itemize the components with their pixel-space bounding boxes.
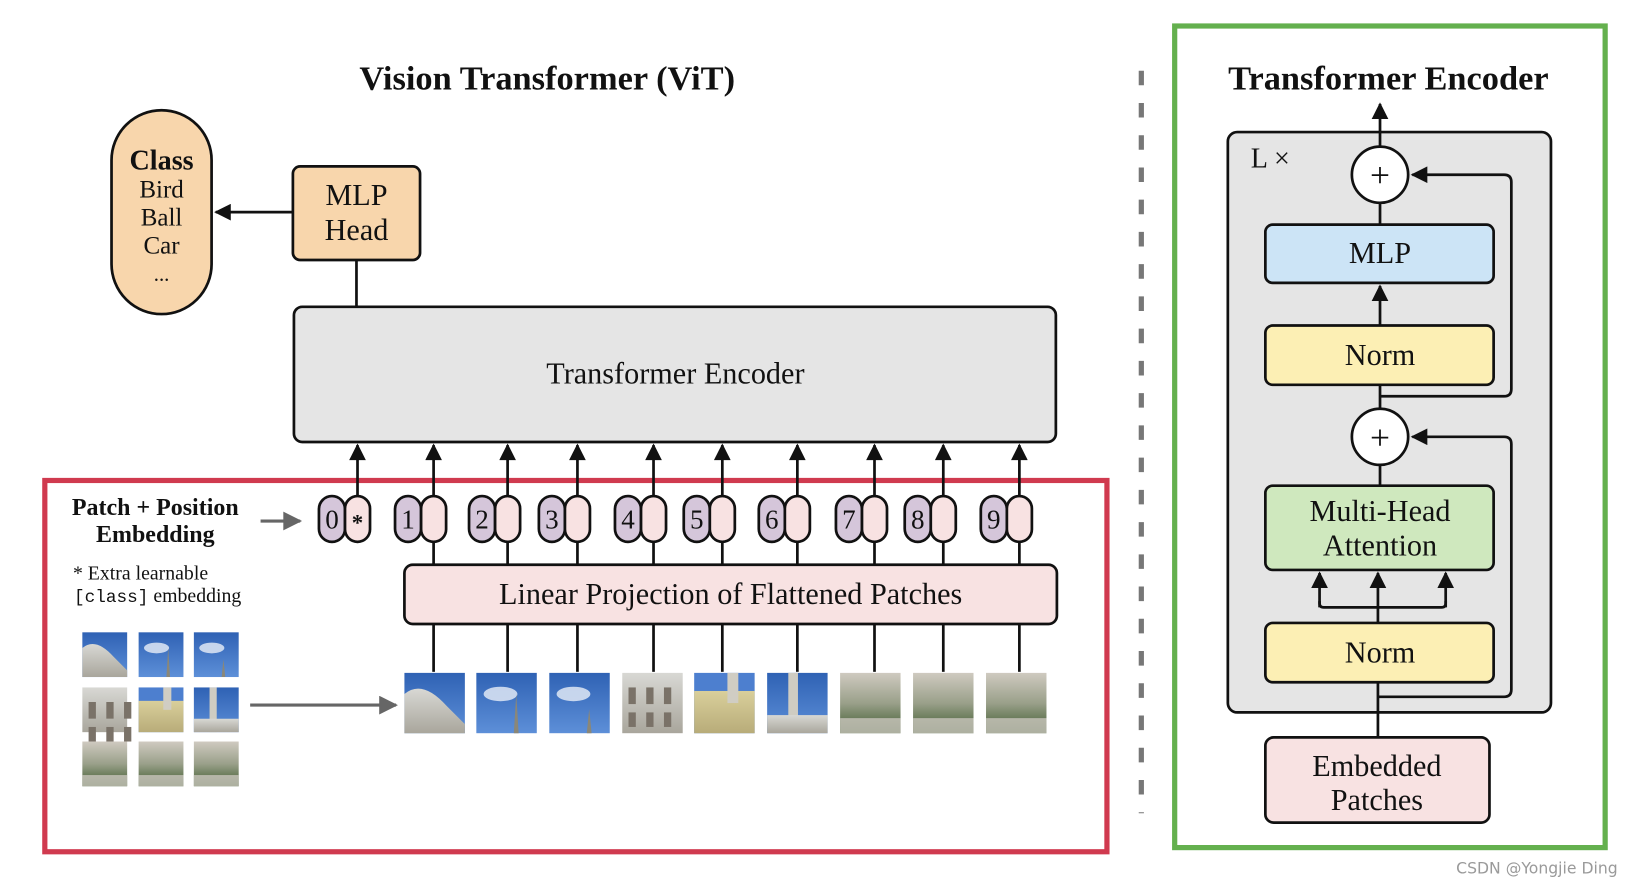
add-icon: +: [1370, 155, 1390, 195]
position-index: 3: [545, 504, 559, 534]
embedded-patches-block: Embedded Patches: [1264, 736, 1491, 824]
mha-line2: Attention: [1323, 528, 1437, 562]
image-patch: [193, 741, 239, 787]
position-index: 7: [842, 504, 856, 534]
position-index: 8: [911, 504, 925, 534]
token-pair: 9: [979, 443, 1034, 565]
encoder-detail-title: Transformer Encoder: [1228, 59, 1549, 97]
add-icon: +: [1370, 417, 1390, 457]
patch-embedding: [708, 494, 737, 544]
image-patch: [193, 632, 239, 678]
transformer-encoder-block: Transformer Encoder: [292, 305, 1058, 444]
image-patch: [82, 687, 132, 742]
patch-position-label-line1: Patch + Position: [72, 495, 239, 521]
class-output: Class Bird Ball Car ...: [110, 108, 213, 316]
image-patch: [138, 687, 184, 733]
norm-block-bottom: Norm: [1264, 621, 1495, 684]
linear-projection-block: Linear Projection of Flattened Patches: [403, 563, 1059, 626]
patch-embedding: [419, 494, 448, 544]
patch-embedding: [860, 494, 889, 544]
image-patch: [549, 672, 610, 734]
token-pair: 0 *: [317, 443, 372, 544]
token-pair: 8: [903, 443, 958, 565]
class-item: ...: [154, 262, 170, 286]
image-patch: [986, 672, 1047, 734]
token-pair: 1: [393, 443, 448, 565]
norm-top-label: Norm: [1345, 338, 1416, 372]
patch-embedding: [783, 494, 812, 544]
source-image-grid: [82, 632, 239, 787]
mlp-label: MLP: [1349, 236, 1411, 270]
image-patch: [476, 672, 537, 734]
patch-embedding: [1005, 494, 1034, 544]
residual-add-top: +: [1350, 145, 1410, 205]
linear-projection-label: Linear Projection of Flattened Patches: [499, 577, 962, 611]
image-patch: [82, 741, 128, 787]
extra-note-line2: [class] embedding: [74, 585, 241, 608]
vit-title: Vision Transformer (ViT): [359, 59, 735, 97]
patch-embedding: [929, 494, 958, 544]
token-pair: 6: [757, 443, 812, 565]
image-patch: [767, 672, 828, 734]
class-item: Car: [144, 233, 181, 260]
token-pair: 2: [467, 443, 522, 565]
image-patch: [694, 672, 755, 734]
image-patch: [138, 741, 184, 787]
image-patch: [138, 632, 184, 678]
class-item: Bird: [139, 177, 184, 204]
token-pair: 7: [834, 443, 889, 565]
image-patch: [404, 672, 465, 734]
image-patch: [840, 672, 901, 734]
repeat-label: L ×: [1251, 143, 1290, 174]
mlp-block: MLP: [1264, 223, 1495, 285]
position-index: 4: [621, 504, 635, 534]
patch-embedding: [639, 494, 668, 544]
token-pair: 5: [682, 443, 737, 565]
embedded-line1: Embedded: [1312, 749, 1441, 783]
patch-embedding: [493, 494, 522, 544]
extra-note-line1: * Extra learnable: [73, 562, 208, 584]
vit-diagram: Vision Transformer (ViT) Class Bird Ball…: [42, 23, 1618, 878]
patch-embedding: [563, 494, 592, 544]
position-index: 9: [987, 504, 1001, 534]
position-index: 0: [325, 504, 339, 534]
norm-bottom-label: Norm: [1345, 636, 1416, 670]
image-patch: [193, 687, 239, 733]
flattened-patches: [404, 624, 1047, 734]
image-patch: [913, 672, 974, 734]
token-pair: 4: [613, 443, 668, 565]
patch-position-label-line2: Embedding: [96, 522, 215, 548]
mha-line1: Multi-Head: [1310, 494, 1451, 528]
residual-add-bottom: +: [1350, 407, 1410, 467]
extra-note-rest: embedding: [148, 585, 241, 607]
token-pair: 3: [537, 443, 592, 565]
mlp-head-line1: MLP: [325, 178, 387, 212]
position-index: 1: [401, 504, 415, 534]
mlp-head-block: MLP Head: [291, 165, 422, 262]
class-code: [class]: [74, 588, 148, 608]
token-row: 0 * 1 2 3 4 5 6 7 8 9: [317, 443, 1034, 565]
position-index: 2: [475, 504, 489, 534]
embedded-line2: Patches: [1331, 783, 1423, 817]
class-token-mark: *: [352, 510, 363, 535]
transformer-encoder-label: Transformer Encoder: [546, 357, 804, 391]
class-heading: Class: [129, 146, 193, 177]
class-item: Ball: [141, 205, 183, 232]
norm-block-top: Norm: [1264, 324, 1495, 387]
watermark: CSDN @Yongjie Ding: [1456, 860, 1617, 878]
image-patch: [82, 632, 128, 678]
mlp-head-line2: Head: [325, 213, 389, 247]
position-index: 5: [690, 504, 704, 534]
position-index: 6: [765, 504, 779, 534]
image-patch: [622, 672, 683, 734]
multi-head-attention-block: Multi-Head Attention: [1264, 484, 1495, 572]
